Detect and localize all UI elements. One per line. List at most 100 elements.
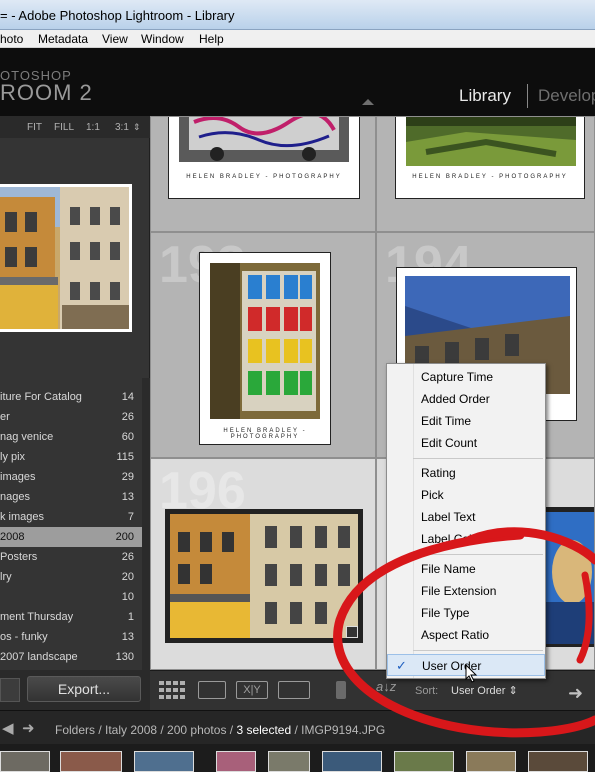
navigator-1-1[interactable]: 1:1	[86, 122, 100, 133]
grid-cell-196[interactable]: 196	[150, 458, 376, 670]
photo-thumbnail[interactable]	[165, 509, 363, 643]
filmstrip-thumb[interactable]	[268, 751, 310, 772]
filmstrip-thumb[interactable]	[216, 751, 256, 772]
breadcrumb-filename: / IMGP9194.JPG	[291, 723, 386, 737]
navigator-header: FIT FILL 1:1 3:1 ⇕	[0, 116, 150, 138]
menu-photo[interactable]: hoto	[0, 32, 23, 46]
photo-image	[210, 263, 320, 419]
navigator-fit[interactable]: FIT	[27, 122, 42, 133]
collection-item[interactable]: images 29	[0, 467, 142, 487]
logo-text-main: ROOM 2	[0, 80, 93, 105]
collection-item[interactable]: 2008 200	[0, 527, 142, 547]
grid-cell[interactable]: HELEN BRADLEY - PHOTOGRAPHY	[150, 116, 376, 232]
menu-separator	[413, 650, 543, 651]
mouse-cursor-icon	[465, 664, 478, 683]
forward-arrow-icon[interactable]: ➜	[22, 719, 35, 737]
collection-name: ly pix	[0, 451, 26, 463]
menu-item-label-color[interactable]: Label Color	[387, 528, 545, 550]
collection-item[interactable]: ment Thursday 1	[0, 607, 142, 627]
menu-metadata[interactable]: Metadata	[38, 32, 88, 46]
photo-thumbnail[interactable]: HELEN BRADLEY - PHOTOGRAPHY	[168, 117, 360, 199]
collection-item[interactable]: nag venice 60	[0, 427, 142, 447]
breadcrumb[interactable]: Folders / Italy 2008 / 200 photos / 3 se…	[55, 723, 385, 737]
filmstrip-thumb[interactable]	[528, 751, 588, 772]
navigator-3-1[interactable]: 3:1	[115, 122, 129, 133]
collection-item[interactable]: os - funky 13	[0, 627, 142, 647]
navigator-zoom-chevron-icon[interactable]: ⇕	[133, 122, 141, 133]
menu-window[interactable]: Window	[141, 32, 184, 46]
sort-dropdown-value: User Order	[451, 685, 506, 697]
collection-item[interactable]: 2007 landscape 130	[0, 647, 142, 667]
collection-count: 29	[121, 471, 134, 483]
sort-dropdown[interactable]: User Order ⇕	[451, 684, 518, 697]
grid-cell[interactable]: HELEN BRADLEY - PHOTOGRAPHY	[376, 116, 595, 232]
menu-item-label-text[interactable]: Label Text	[387, 506, 545, 528]
menu-item-file-name[interactable]: File Name	[387, 558, 545, 580]
collection-item[interactable]: ly pix 115	[0, 447, 142, 467]
collection-item[interactable]: er 26	[0, 407, 142, 427]
left-panel: FIT FILL 1:1 3:1 ⇕ iture For Catalog 14 …	[0, 116, 150, 670]
module-library[interactable]: Library	[459, 86, 511, 106]
navigator-preview[interactable]	[0, 184, 132, 332]
left-panel-scrollbar[interactable]	[142, 378, 150, 670]
collection-item[interactable]: Posters 26	[0, 547, 142, 567]
menu-item-edit-count[interactable]: Edit Count	[387, 432, 545, 454]
navigator-preview-image	[0, 187, 129, 329]
filmstrip-thumb[interactable]	[0, 751, 50, 772]
module-develop[interactable]: Develop	[538, 86, 595, 106]
collection-name: nages	[0, 491, 30, 503]
navigator-fill[interactable]: FILL	[54, 122, 74, 133]
filmstrip-thumb[interactable]	[60, 751, 122, 772]
collection-count: 26	[121, 411, 134, 423]
survey-view-icon[interactable]	[278, 681, 310, 699]
menu-view[interactable]: View	[102, 32, 128, 46]
export-button[interactable]: Export...	[27, 676, 141, 702]
menu-item-aspect-ratio[interactable]: Aspect Ratio	[387, 624, 545, 646]
menu-item-rating[interactable]: Rating	[387, 462, 545, 484]
import-button[interactable]	[0, 678, 20, 702]
menu-separator	[413, 458, 543, 459]
filmstrip-thumb[interactable]	[322, 751, 382, 772]
photo-thumbnail[interactable]: HELEN BRADLEY - PHOTOGRAPHY	[199, 252, 331, 445]
collection-count: 13	[121, 491, 134, 503]
menu-item-added-order[interactable]: Added Order	[387, 388, 545, 410]
collection-item[interactable]: lry 20	[0, 567, 142, 587]
back-arrow-icon[interactable]: ◀	[2, 719, 14, 737]
menu-item-edit-time[interactable]: Edit Time	[387, 410, 545, 432]
next-arrow-icon[interactable]: ➜	[568, 683, 583, 704]
collections-list: iture For Catalog 14 er 26 nag venice 60 ly pi…	[0, 387, 142, 667]
collection-name: nag venice	[0, 431, 54, 443]
menu-item-pick[interactable]: Pick	[387, 484, 545, 506]
collection-count: 1	[127, 611, 134, 623]
window-title-bar: = - Adobe Photoshop Lightroom - Library	[0, 0, 595, 30]
collection-item[interactable]: iture For Catalog 14	[0, 387, 142, 407]
menu-item-file-type[interactable]: File Type	[387, 602, 545, 624]
collapse-top-panel-icon[interactable]	[362, 99, 374, 105]
menu-help[interactable]: Help	[199, 32, 224, 46]
edit-badge-icon	[346, 626, 358, 638]
loupe-view-icon[interactable]	[198, 681, 226, 699]
filmstrip-thumb[interactable]	[394, 751, 454, 772]
collection-item[interactable]: nages 13	[0, 487, 142, 507]
sort-direction-icon[interactable]: a↓z	[376, 679, 396, 694]
collection-item[interactable]: 10	[0, 587, 142, 607]
collection-name: 2007 landscape	[0, 651, 78, 663]
collection-count: 20	[121, 571, 134, 583]
painter-icon[interactable]	[336, 681, 346, 699]
filmstrip-thumb[interactable]	[466, 751, 516, 772]
photo-thumbnail[interactable]: HELEN BRADLEY - PHOTOGRAPHY	[395, 117, 585, 199]
collection-name: Posters	[0, 551, 38, 563]
menu-item-file-extension[interactable]: File Extension	[387, 580, 545, 602]
grid-cell-193[interactable]: 193 HELEN BRADLEY - PHOTOGRAPHY	[150, 232, 376, 458]
compare-view-icon[interactable]: X|Y	[236, 681, 268, 699]
filmstrip-thumb[interactable]	[134, 751, 194, 772]
breadcrumb-path: Folders / Italy 2008 / 200 photos /	[55, 723, 237, 737]
menu-bar: hoto Metadata View Window Help	[0, 30, 595, 48]
checkmark-icon: ✓	[396, 658, 407, 673]
collection-item[interactable]: k images 7	[0, 507, 142, 527]
window-title: = - Adobe Photoshop Lightroom - Library	[0, 8, 235, 23]
grid-view-icon[interactable]	[159, 681, 187, 699]
menu-item-capture-time[interactable]: Capture Time	[387, 366, 545, 388]
sort-caret-icon: ⇕	[508, 685, 518, 697]
filmstrip	[0, 744, 595, 772]
